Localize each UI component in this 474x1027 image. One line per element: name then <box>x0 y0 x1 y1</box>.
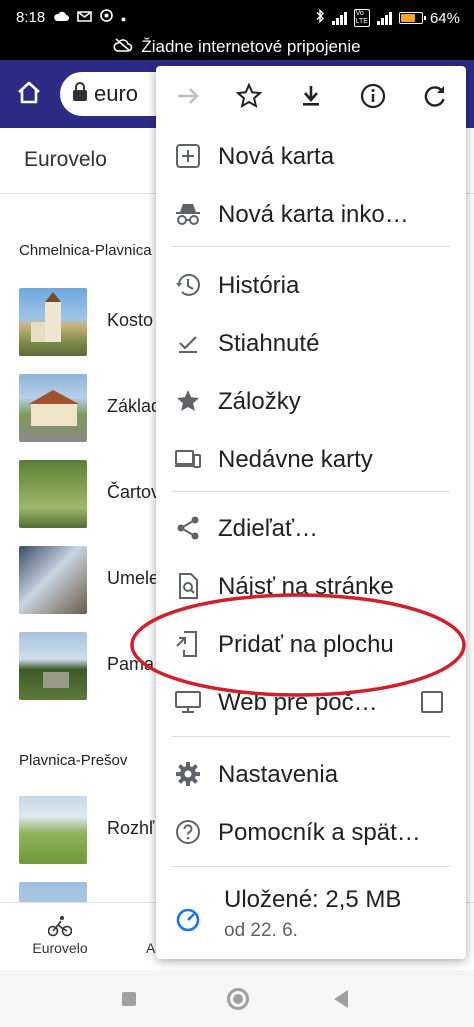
thumbnail-image <box>19 460 87 528</box>
menu-item-label: Nová karta inko… <box>218 201 409 228</box>
downloads-icon <box>174 329 202 357</box>
menu-item-label: Pomocník a spät… <box>218 819 421 846</box>
bluetooth-icon <box>315 8 325 27</box>
cloud-off-icon <box>113 37 133 57</box>
lock-icon <box>72 81 88 107</box>
home-icon[interactable] <box>14 78 44 108</box>
info-icon[interactable] <box>358 81 388 111</box>
thumbnail-image <box>19 374 87 442</box>
battery-percent: 64% <box>429 9 460 27</box>
menu-item-new-tab[interactable]: Nová karta <box>156 130 466 182</box>
dot-icon <box>121 9 126 26</box>
menu-item-label: Stiahnuté <box>218 330 320 357</box>
menu-item-label: Nová karta <box>218 143 335 170</box>
share-icon <box>174 514 202 542</box>
menu-item-history[interactable]: História <box>156 259 466 311</box>
recents-button[interactable] <box>122 992 136 1006</box>
gmail-icon <box>77 9 93 26</box>
settings-icon <box>174 760 202 788</box>
list-item-label: Základ <box>107 396 162 416</box>
chrome-icon <box>100 9 114 26</box>
highlight-ellipse <box>130 593 466 697</box>
page-title: Eurovelo <box>24 148 107 171</box>
list-item-label: Čartov <box>107 482 161 502</box>
download-icon[interactable] <box>296 81 326 111</box>
home-button[interactable] <box>227 988 249 1010</box>
menu-item-label: Zdieľať… <box>218 515 319 542</box>
menu-action-row <box>156 66 466 126</box>
history-icon <box>174 271 202 299</box>
back-button[interactable] <box>334 990 348 1008</box>
bottom-nav-eurovelo[interactable]: Eurovelo <box>28 915 92 956</box>
volte-icon: Vo LTE <box>353 9 370 27</box>
forward-icon[interactable] <box>173 81 203 111</box>
new-tab-icon <box>174 142 202 170</box>
menu-item-downloads[interactable]: Stiahnuté <box>156 317 466 369</box>
bottom-nav-label: Eurovelo <box>32 940 88 956</box>
bookmarks-star-icon <box>174 387 202 415</box>
recent-tabs-icon <box>174 445 202 473</box>
thumbnail-image <box>19 796 87 864</box>
menu-item-share[interactable]: Zdieľať… <box>156 502 466 554</box>
help-icon <box>174 818 202 846</box>
status-time: 8:18 <box>16 9 46 26</box>
thumbnail-image <box>19 882 87 902</box>
menu-item-recent-tabs[interactable]: Nedávne karty <box>156 433 466 485</box>
star-icon[interactable] <box>234 81 264 111</box>
menu-item-label: Záložky <box>218 388 301 415</box>
menu-item-settings[interactable]: Nastavenia <box>156 748 466 800</box>
menu-item-label: História <box>218 272 300 299</box>
data-saved-since: od 22. 6. <box>224 920 298 941</box>
cloud-icon <box>53 9 70 26</box>
list-item-label: Rozhľ <box>107 818 155 838</box>
thumbnail-image <box>19 632 87 700</box>
menu-item-help[interactable]: Pomocník a spät… <box>156 806 466 858</box>
system-navigation-bar <box>0 970 474 1027</box>
menu-item-label: Nastavenia <box>218 761 339 788</box>
overflow-menu: Nová karta Nová karta inko… História Sti… <box>156 66 466 959</box>
data-saver-icon <box>174 906 202 934</box>
list-item-label: Kosto <box>107 310 154 330</box>
data-saved-amount: Uložené: 2,5 MB <box>224 886 402 913</box>
section-title: Plavnica-Prešov <box>19 752 128 769</box>
incognito-icon <box>174 200 202 228</box>
url-text: euro <box>94 81 139 106</box>
menu-divider <box>172 866 450 867</box>
menu-item-data-saver[interactable]: Uložené: 2,5 MB od 22. 6. <box>156 878 466 956</box>
offline-text: Žiadne internetové pripojenie <box>141 37 361 56</box>
list-item-label: Umele <box>107 568 160 588</box>
refresh-icon[interactable] <box>420 81 450 111</box>
signal-icon <box>331 11 347 25</box>
menu-divider <box>172 736 450 737</box>
menu-item-bookmarks[interactable]: Záložky <box>156 375 466 427</box>
section-title: Chmelnica-Plavnica <box>19 242 152 259</box>
thumbnail-image <box>19 546 87 614</box>
cyclist-icon <box>47 915 73 937</box>
menu-divider <box>172 246 450 247</box>
offline-banner: Žiadne internetové pripojenie <box>0 34 474 60</box>
battery-icon <box>398 12 426 24</box>
menu-item-label: Nedávne karty <box>218 446 373 473</box>
menu-item-incognito[interactable]: Nová karta inko… <box>156 188 466 240</box>
status-bar: 8:18 Vo LTE 64% <box>0 0 474 34</box>
signal-icon <box>376 11 392 25</box>
bottom-nav-label[interactable]: A <box>146 940 155 956</box>
menu-divider <box>172 491 450 492</box>
thumbnail-image <box>19 288 87 356</box>
